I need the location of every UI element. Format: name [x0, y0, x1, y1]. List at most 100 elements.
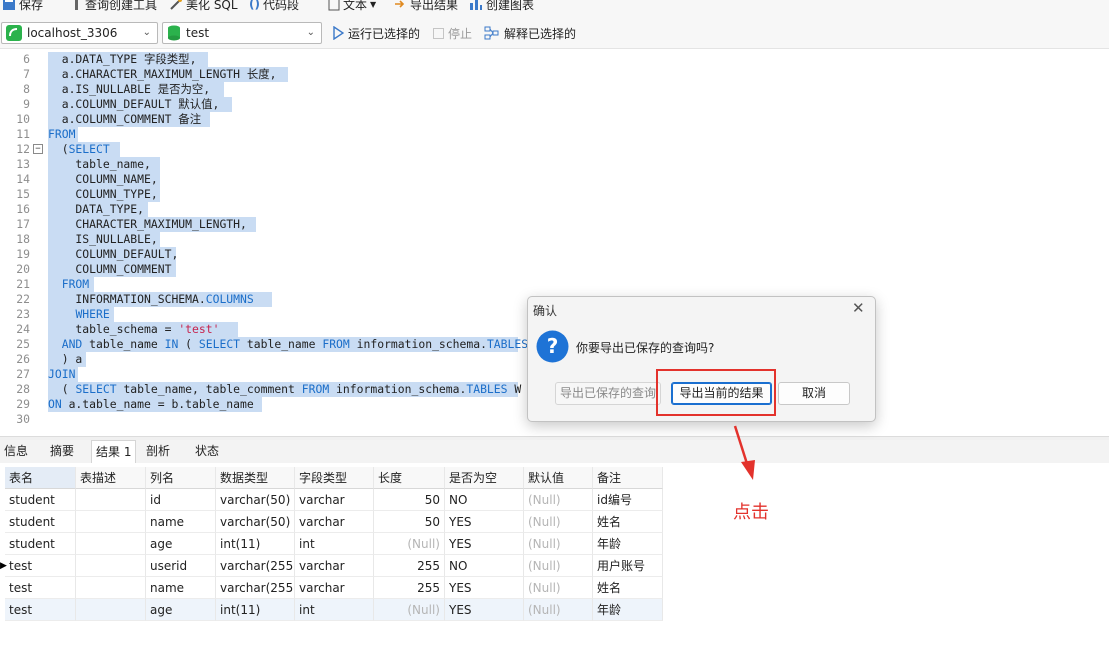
database-select[interactable]: test ⌄ — [162, 22, 322, 44]
table-cell[interactable]: int — [295, 599, 374, 621]
table-cell[interactable]: (Null) — [524, 577, 593, 599]
table-cell[interactable] — [76, 577, 146, 599]
save-button[interactable]: 保存 — [2, 0, 43, 14]
table-cell[interactable]: userid — [146, 555, 216, 577]
table-cell[interactable] — [76, 489, 146, 511]
table-cell[interactable]: varchar(50) — [216, 489, 295, 511]
connection-select[interactable]: localhost_3306 ⌄ — [1, 22, 158, 44]
table-cell[interactable]: (Null) — [524, 489, 593, 511]
table-cell[interactable]: varchar — [295, 489, 374, 511]
text-mode-button[interactable]: 文本 ▼ — [328, 0, 376, 14]
table-cell[interactable]: test — [5, 577, 76, 599]
table-cell[interactable]: test — [5, 555, 76, 577]
table-cell[interactable]: 255 — [374, 577, 445, 599]
beautify-sql-button[interactable]: 美化 SQL — [169, 0, 238, 14]
code-text: a.CHARACTER_MAXIMUM_LENGTH 长度, — [48, 67, 277, 81]
table-cell[interactable] — [76, 599, 146, 621]
export-result-button[interactable]: 导出结果 — [393, 0, 458, 14]
table-cell[interactable]: (Null) — [374, 599, 445, 621]
table-cell[interactable]: varchar(255) — [216, 577, 295, 599]
table-cell[interactable]: int(11) — [216, 599, 295, 621]
cancel-button[interactable]: 取消 — [778, 382, 850, 405]
table-cell[interactable]: YES — [445, 511, 524, 533]
tab-status[interactable]: 状态 — [191, 440, 223, 463]
table-cell[interactable]: student — [5, 511, 76, 533]
column-header[interactable]: 备注 — [593, 467, 663, 489]
create-chart-button[interactable]: 创建图表 — [469, 0, 534, 14]
editor-line: 18 IS_NULLABLE, — [0, 232, 1109, 247]
table-cell[interactable]: (Null) — [374, 533, 445, 555]
code-snippet-button[interactable]: () 代码段 — [249, 0, 299, 14]
table-cell[interactable]: varchar — [295, 511, 374, 533]
fold-toggle-icon[interactable]: − — [33, 144, 43, 154]
code-text: COLUMN_DEFAULT, — [48, 247, 179, 261]
column-header[interactable]: 默认值 — [524, 467, 593, 489]
query-builder-button[interactable]: 查询创建工具 — [72, 0, 157, 14]
table-cell[interactable]: 姓名 — [593, 577, 663, 599]
close-icon[interactable]: ✕ — [852, 301, 865, 316]
tab-profile[interactable]: 剖析 — [142, 440, 174, 463]
table-cell[interactable]: 50 — [374, 511, 445, 533]
table-cell[interactable]: int — [295, 533, 374, 555]
table-cell[interactable]: 50 — [374, 489, 445, 511]
table-cell[interactable]: student — [5, 489, 76, 511]
column-header[interactable]: 是否为空 — [445, 467, 524, 489]
table-cell[interactable]: varchar — [295, 577, 374, 599]
table-cell[interactable]: test — [5, 599, 76, 621]
export-saved-query-button[interactable]: 导出已保存的查询 — [555, 382, 661, 405]
column-header[interactable]: 列名 — [146, 467, 216, 489]
editor-line: 7 a.CHARACTER_MAXIMUM_LENGTH 长度, — [0, 67, 1109, 82]
tab-result-1[interactable]: 结果 1 — [91, 440, 137, 463]
table-cell[interactable] — [76, 555, 146, 577]
table-cell[interactable]: NO — [445, 489, 524, 511]
table-cell[interactable]: age — [146, 533, 216, 555]
line-number: 20 — [16, 262, 30, 276]
table-cell[interactable]: varchar — [295, 555, 374, 577]
table-cell[interactable] — [76, 533, 146, 555]
table-cell[interactable]: varchar(50) — [216, 511, 295, 533]
table-cell[interactable]: student — [5, 533, 76, 555]
tab-info[interactable]: 信息 — [0, 440, 32, 463]
table-cell[interactable]: varchar(255) — [216, 555, 295, 577]
tab-summary[interactable]: 摘要 — [46, 440, 78, 463]
code-text: a.DATA_TYPE 字段类型, — [48, 52, 197, 66]
play-icon — [333, 26, 344, 40]
table-cell[interactable]: name — [146, 577, 216, 599]
table-cell[interactable]: 姓名 — [593, 511, 663, 533]
code-text: a.COLUMN_DEFAULT 默认值, — [48, 97, 220, 111]
column-header[interactable]: 数据类型 — [216, 467, 295, 489]
table-cell[interactable]: 年龄 — [593, 599, 663, 621]
table-cell[interactable]: 255 — [374, 555, 445, 577]
table-cell[interactable]: YES — [445, 533, 524, 555]
line-number: 10 — [16, 112, 30, 126]
table-cell[interactable]: age — [146, 599, 216, 621]
column-header[interactable]: 表名 — [5, 467, 76, 489]
table-cell[interactable]: 年龄 — [593, 533, 663, 555]
table-cell[interactable]: (Null) — [524, 533, 593, 555]
line-number: 8 — [23, 82, 30, 96]
explain-selected-button[interactable]: 解释已选择的 — [484, 24, 576, 42]
line-number: 25 — [16, 337, 30, 351]
table-cell[interactable]: int(11) — [216, 533, 295, 555]
table-cell[interactable]: YES — [445, 577, 524, 599]
code-text: COLUMN_COMMENT — [48, 262, 172, 276]
table-cell[interactable]: YES — [445, 599, 524, 621]
query-toolbar: localhost_3306 ⌄ test ⌄ 运行已选择的 停止 解释已选择的 — [0, 18, 1109, 49]
line-number: 23 — [16, 307, 30, 321]
table-cell[interactable]: NO — [445, 555, 524, 577]
table-cell[interactable]: 用户账号 — [593, 555, 663, 577]
run-selected-button[interactable]: 运行已选择的 — [332, 24, 420, 42]
column-header[interactable]: 表描述 — [76, 467, 146, 489]
table-cell[interactable]: id — [146, 489, 216, 511]
column-header[interactable]: 字段类型 — [295, 467, 374, 489]
editor-line: 16 DATA_TYPE, — [0, 202, 1109, 217]
table-cell[interactable] — [76, 511, 146, 533]
table-cell[interactable]: name — [146, 511, 216, 533]
table-cell[interactable]: id编号 — [593, 489, 663, 511]
stop-button[interactable]: 停止 — [433, 24, 472, 42]
column-header[interactable]: 长度 — [374, 467, 445, 489]
table-cell[interactable]: (Null) — [524, 511, 593, 533]
table-cell[interactable]: (Null) — [524, 555, 593, 577]
code-text: (SELECT — [48, 142, 110, 156]
table-cell[interactable]: (Null) — [524, 599, 593, 621]
